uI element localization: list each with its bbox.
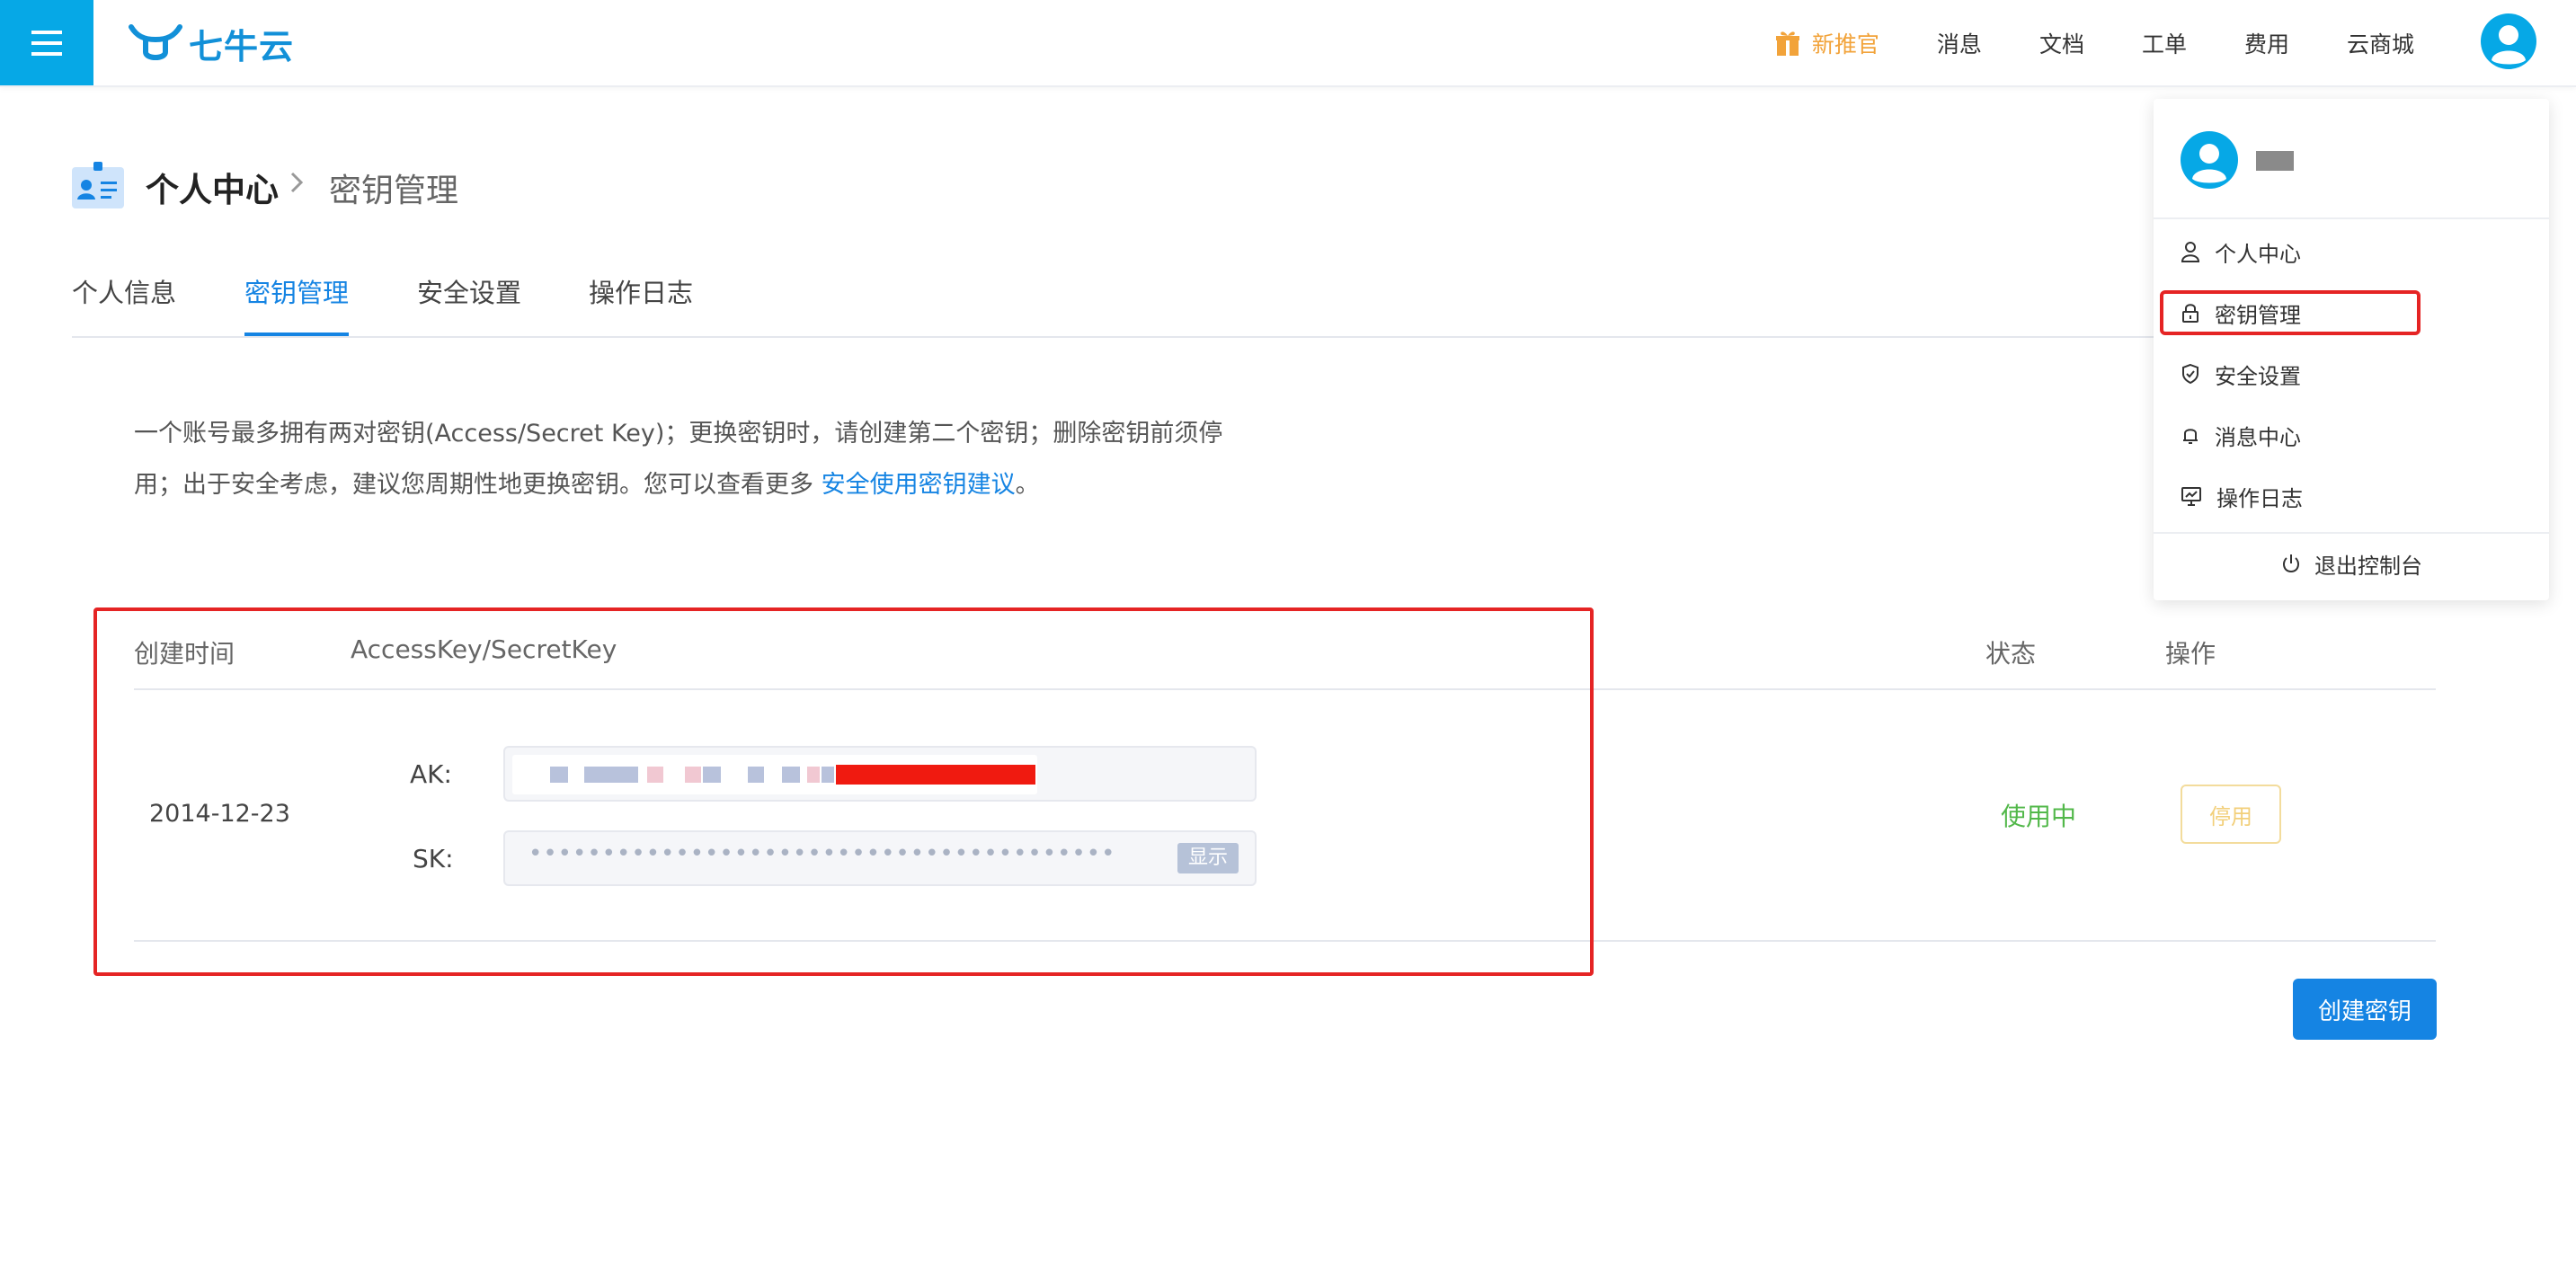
hamburger-icon <box>31 30 62 56</box>
menu-item-label: 密钥管理 <box>2215 302 2301 328</box>
top-nav: 新推官 消息 文档 工单 费用 云商城 <box>1775 0 2414 85</box>
ak-label: AK: <box>410 759 452 789</box>
nav-docs[interactable]: 文档 <box>2039 27 2084 59</box>
bell-icon <box>2183 429 2198 444</box>
secret-key-field[interactable]: ••••••••••••••••••••••••••••••••••••••••… <box>503 830 1257 886</box>
username-redacted <box>2256 151 2294 171</box>
nav-promo-label: 新推官 <box>1811 31 1879 58</box>
security-advice-link[interactable]: 安全使用密钥建议 <box>822 471 1016 499</box>
menu-divider <box>2154 217 2549 219</box>
hamburger-menu-button[interactable] <box>0 0 93 85</box>
user-avatar-icon[interactable] <box>2481 13 2536 69</box>
tab-operation-log[interactable]: 操作日志 <box>589 270 693 334</box>
nav-promo-link[interactable]: 新推官 <box>1775 27 1879 59</box>
column-header-status: 状态 <box>1985 639 2037 669</box>
create-key-button[interactable]: 创建密钥 <box>2293 979 2437 1040</box>
access-key-field[interactable] <box>503 746 1257 802</box>
description-end: 。 <box>1015 471 1040 499</box>
power-icon <box>2283 554 2299 573</box>
logo-icon <box>129 24 182 60</box>
column-header-keys: AccessKey/SecretKey <box>351 634 617 664</box>
secret-key-masked-value: •••••••••••••••••••••••••••••••••••••••• <box>529 840 1116 867</box>
user-avatar-icon <box>2181 131 2238 189</box>
logo[interactable]: 七牛云 <box>128 16 294 70</box>
created-date: 2014-12-23 <box>149 800 290 828</box>
column-header-created: 创建时间 <box>134 639 235 669</box>
breadcrumb-root[interactable]: 个人中心 <box>146 163 279 211</box>
logout-button[interactable]: 退出控制台 <box>2154 545 2549 581</box>
nav-billing[interactable]: 费用 <box>2244 27 2289 59</box>
menu-item-message-center[interactable]: 消息中心 <box>2181 417 2301 453</box>
menu-item-operation-log[interactable]: 操作日志 <box>2181 478 2303 514</box>
table-row-divider <box>134 940 2436 942</box>
user-dropdown-menu: 个人中心 密钥管理 安全设置 消息中心 操作日志 退出控制台 <box>2154 99 2549 600</box>
status-badge: 使用中 <box>2001 802 2077 831</box>
menu-divider <box>2154 532 2549 534</box>
key-policy-description: 一个账号最多拥有两对密钥(Access/Secret Key)；更换密钥时，请创… <box>134 408 1266 510</box>
menu-item-label: 个人中心 <box>2215 241 2301 267</box>
menu-item-profile[interactable]: 个人中心 <box>2181 234 2301 270</box>
nav-tickets[interactable]: 工单 <box>2142 27 2187 59</box>
monitor-chart-icon <box>2181 487 2201 506</box>
logo-text: 七牛云 <box>189 26 295 67</box>
menu-item-label: 消息中心 <box>2215 424 2301 450</box>
user-icon <box>2181 242 2200 262</box>
top-navigation-bar: 七牛云 新推官 消息 文档 工单 费用 云商城 <box>0 0 2576 87</box>
shield-icon <box>2182 363 2198 385</box>
redaction-bar <box>836 765 1035 785</box>
tab-key-management[interactable]: 密钥管理 <box>244 270 350 336</box>
menu-item-label: 操作日志 <box>2216 485 2303 511</box>
logout-label: 退出控制台 <box>2314 553 2422 579</box>
sk-label: SK: <box>413 844 454 873</box>
tab-bar: 个人信息 密钥管理 安全设置 操作日志 <box>72 270 2154 338</box>
tab-profile[interactable]: 个人信息 <box>72 270 176 334</box>
menu-item-label: 安全设置 <box>2215 363 2301 389</box>
gift-icon <box>1775 31 1799 56</box>
column-header-actions: 操作 <box>2165 639 2216 669</box>
access-key-masked-value <box>512 755 1037 794</box>
menu-item-security-settings[interactable]: 安全设置 <box>2181 356 2301 392</box>
menu-item-key-management[interactable]: 密钥管理 <box>2181 295 2301 331</box>
description-text: 一个账号最多拥有两对密钥(Access/Secret Key)；更换密钥时，请创… <box>134 420 1223 499</box>
id-card-icon <box>72 162 124 208</box>
nav-marketplace[interactable]: 云商城 <box>2347 27 2414 59</box>
nav-messages[interactable]: 消息 <box>1937 27 1982 59</box>
table-header-divider <box>134 688 2436 690</box>
page-title: 密钥管理 <box>329 173 459 209</box>
disable-key-button[interactable]: 停用 <box>2181 785 2281 844</box>
lock-icon <box>2182 304 2198 323</box>
chevron-right-icon <box>290 172 304 193</box>
show-secret-key-button[interactable]: 显示 <box>1177 843 1239 873</box>
tab-security-settings[interactable]: 安全设置 <box>417 270 521 334</box>
